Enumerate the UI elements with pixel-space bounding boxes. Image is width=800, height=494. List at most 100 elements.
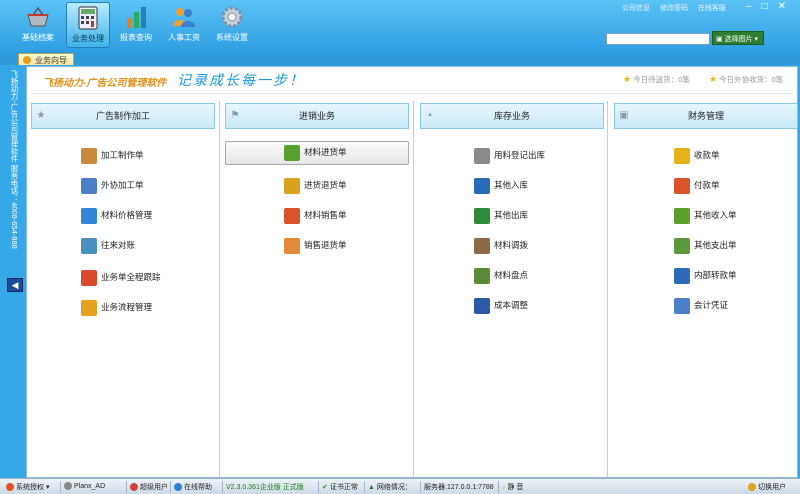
column-header: ▣ 财务管理 [614, 103, 798, 129]
item-cost-adjust[interactable]: 成本调整 [474, 295, 528, 319]
item-label: 其他支出单 [694, 240, 737, 250]
item-accounting-voucher[interactable]: 会计凭证 [674, 295, 728, 319]
item-material-sales[interactable]: 材料销售单 [284, 205, 347, 229]
tab-label: 业务向导 [35, 56, 67, 65]
cert-status: ✔ 证书正常 [322, 482, 358, 492]
chevron-down-icon: ▾ [754, 36, 759, 43]
item-receipt[interactable]: 收款单 [674, 145, 720, 169]
item-material-usage-out[interactable]: 用料登记出库 [474, 145, 545, 169]
chevron-down-icon: ▾ [45, 484, 50, 491]
nav-label: 人事工资 [168, 33, 200, 42]
divider [126, 481, 127, 493]
status-bar: 系统授权 ▾ Planx_AD 超级用户 在线帮助 V2.3.0.361企业版 … [0, 478, 800, 494]
network-status: ▲ 网络情况： [368, 482, 412, 492]
signal-icon: ▲ [368, 484, 375, 491]
column-header: ▪ 库存业务 [420, 103, 604, 129]
item-label: 用料登记出库 [494, 150, 546, 160]
nav-reports[interactable]: 报表查询 [114, 2, 158, 48]
collapse-arrow-icon[interactable]: ◀ [7, 278, 23, 292]
top-toolbar: 基础档案 业务处理 报表查询 人事工资 系统设置 公司信息 修改密码 在线客服 … [0, 0, 800, 52]
image-path-input[interactable] [606, 33, 710, 45]
item-internal-transfer[interactable]: 内部转款单 [674, 265, 737, 289]
item-label: 材料价格管理 [101, 210, 153, 220]
column-title: 进销业务 [298, 111, 335, 121]
item-other-in[interactable]: 其他入库 [474, 175, 528, 199]
item-payment[interactable]: 付款单 [674, 175, 720, 199]
wand-icon [474, 297, 490, 314]
divider [498, 481, 499, 493]
system-auth-menu[interactable]: 系统授权 ▾ [6, 482, 49, 492]
item-material-price[interactable]: 材料价格管理 [81, 205, 152, 229]
item-label: 加工制作单 [101, 150, 144, 160]
item-processing-order[interactable]: 加工制作单 [81, 145, 144, 169]
tab-strip: 业务向导 [0, 52, 800, 65]
column-finance: ▣ 财务管理 收款单 付款单 其他收入单 其他支出单 内部转款单 会计凭证 [614, 101, 800, 477]
item-stocktake[interactable]: 材料盘点 [474, 265, 528, 289]
minimize-icon[interactable]: – [746, 1, 762, 12]
item-other-expense[interactable]: 其他支出单 [674, 235, 737, 259]
notebook-icon [474, 147, 490, 164]
money-icon: ▣ [619, 110, 629, 121]
column-header: ★ 广告制作加工 [31, 103, 215, 129]
nav-settings[interactable]: 系统设置 [210, 2, 254, 48]
star-icon: ★ [623, 74, 632, 84]
notice-outsource[interactable]: ★ 今日外协收货：0笔 [709, 74, 783, 85]
tab-business-wizard[interactable]: 业务向导 [18, 53, 74, 65]
item-label: 业务流程管理 [101, 302, 153, 312]
mute-toggle[interactable]: ♪ 静 音 [502, 482, 523, 492]
status-sound-text: 静 音 [507, 484, 524, 491]
notice-outsource-text: 今日外协收货：0笔 [719, 75, 784, 84]
item-purchase-return[interactable]: 进货退货单 [284, 175, 347, 199]
check-icon: ✔ [322, 484, 328, 491]
item-other-out[interactable]: 其他出库 [474, 205, 528, 229]
banner: 飞扬动力-广告公司管理软件 记录成长每一步！ ★ 今日待送货：0笔 ★ 今日外协收货… [27, 67, 797, 93]
item-outsource-order[interactable]: 外协加工单 [81, 175, 144, 199]
nav-business[interactable]: 业务处理 [66, 2, 110, 48]
transfer-icon [674, 267, 690, 284]
flag-icon: ⚑ [230, 110, 240, 121]
item-label: 内部转款单 [694, 270, 737, 280]
item-order-tracking[interactable]: 业务单全程跟踪 [81, 267, 161, 291]
calculator-icon [78, 6, 98, 30]
column-title: 财务管理 [687, 111, 724, 121]
people-icon [173, 8, 195, 27]
online-help-link[interactable]: 在线帮助 [174, 482, 212, 492]
switch-user-button[interactable]: 切换用户 [748, 482, 786, 492]
item-material-purchase[interactable]: 材料进货单 [225, 141, 409, 165]
divider [222, 481, 223, 493]
company-info-link[interactable]: 公司信息 [622, 5, 650, 12]
auth-icon [6, 483, 14, 492]
item-account-reconcile[interactable]: 往来对账 [81, 235, 135, 259]
online-support-link[interactable]: 在线客服 [698, 5, 726, 12]
nav-label: 基础档案 [22, 33, 54, 42]
change-password-link[interactable]: 修改密码 [660, 5, 688, 12]
column-header: ⚑ 进销业务 [225, 103, 409, 129]
magnifier-icon [81, 237, 97, 254]
item-label: 往来对账 [101, 240, 136, 250]
cart-out-icon [474, 207, 490, 224]
boxes-icon [474, 237, 490, 254]
nav-label: 报表查询 [120, 33, 152, 42]
status-role-text: 超级用户 [140, 484, 168, 491]
divider [364, 481, 365, 493]
column-inventory: ▪ 库存业务 用料登记出库 其他入库 其他出库 材料调拨 材料盘点 成本调整 [420, 101, 612, 477]
close-icon[interactable]: ✕ [778, 1, 796, 12]
item-label: 材料盘点 [494, 270, 529, 280]
notice-delivery[interactable]: ★ 今日待送货：0笔 [623, 74, 690, 85]
nav-hr-payroll[interactable]: 人事工资 [162, 2, 206, 48]
main-panel: 飞扬动力-广告公司管理软件 记录成长每一步！ ★ 今日待送货：0笔 ★ 今日外协收货… [26, 66, 798, 478]
item-other-income[interactable]: 其他收入单 [674, 205, 737, 229]
select-image-button[interactable]: ▣ 选择图片 ▾ [712, 31, 764, 45]
maximize-icon[interactable]: □ [762, 1, 778, 12]
notice-delivery-text: 今日待送货：0笔 [633, 75, 690, 84]
item-label: 成本调整 [494, 300, 529, 310]
item-workflow[interactable]: 业务流程管理 [81, 297, 152, 321]
top-links: 公司信息 修改密码 在线客服 [622, 3, 734, 13]
nav-basic-archive[interactable]: 基础档案 [16, 2, 60, 48]
price-icon [81, 207, 97, 224]
column-title: 库存业务 [493, 111, 530, 121]
item-material-transfer[interactable]: 材料调拨 [474, 235, 528, 259]
select-image-label: 选择图片 [724, 36, 753, 43]
item-sales-return[interactable]: 销售退货单 [284, 235, 347, 259]
status-network-text: 网络情况： [376, 484, 412, 491]
